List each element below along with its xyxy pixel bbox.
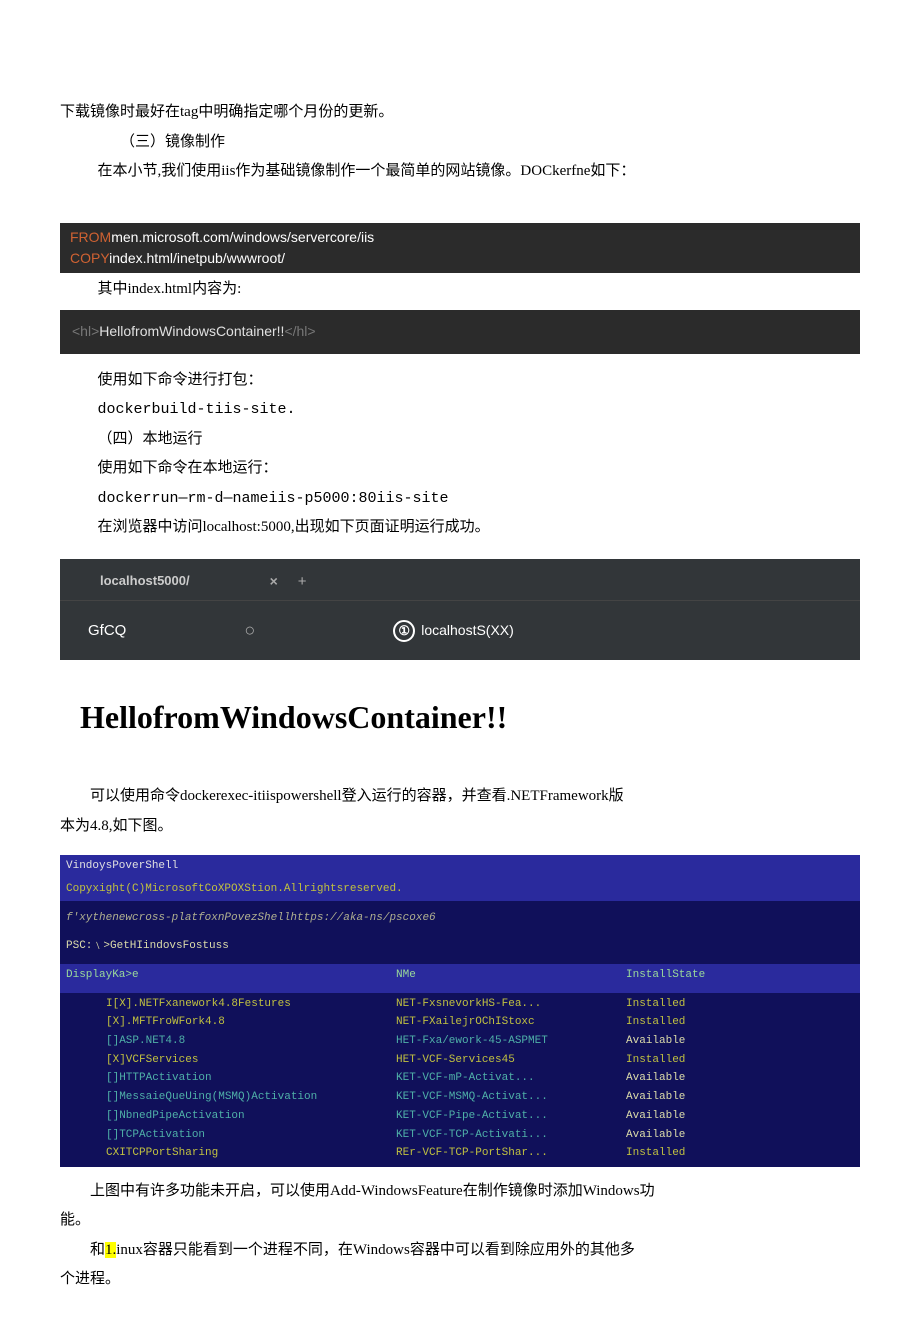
browser-screenshot: localhost5000/ × + GfCQ ○ ① localhostS(X… [60,559,860,660]
paragraph: 能。 [60,1208,860,1234]
cell-displayname: I[X].NETFxanework4.8Festures [106,995,396,1014]
tag-open: <hl> [72,323,99,339]
address-text: localhostS(XX) [421,619,514,643]
dot-icon: ○ [244,615,255,646]
paragraph: 下载镜像时最好在tag中明确指定哪个月份的更新。 [60,100,860,126]
paragraph: 其中index.html内容为: [60,277,860,303]
ps-table-row: [X]VCFServicesHET-VCF-Services45Installe… [100,1051,860,1070]
code-line: FROMmen.microsoft.com/windows/servercore… [70,227,850,248]
cell-state: Installed [626,1144,766,1163]
dockerfile-block: FROMmen.microsoft.com/windows/servercore… [60,223,860,273]
new-tab-icon[interactable]: + [298,569,307,595]
html-snippet-block: <hl>HellofromWindowsContainer!!</hl> [60,310,860,354]
col-installstate: InstallState [626,966,766,985]
cell-displayname: []TCPActivation [106,1126,396,1145]
paragraph: 使用如下命令在本地运行： [60,456,860,482]
cell-state: Installed [626,995,766,1014]
cell-displayname: []ASP.NET4.8 [106,1032,396,1051]
cell-name: HET-Fxa/ework-45-ASPMET [396,1032,626,1051]
paragraph: 在浏览器中访问localhost:5000,出现如下页面证明运行成功。 [60,515,860,541]
ps-table-row: I[X].NETFxanework4.8FesturesNET-Fxsnevor… [100,995,860,1014]
tag-close: </hl> [284,323,315,339]
cell-state: Available [626,1107,766,1126]
rendered-page: HellofromWindowsContainer!! [60,660,860,774]
browser-tab[interactable]: localhost5000/ × [100,570,278,594]
command-text: dockerbuild-tiis-site. [60,397,860,423]
cell-displayname: CXITCPPortSharing [106,1144,396,1163]
browser-tabbar: localhost5000/ × + [60,559,860,601]
ps-table-header: DisplayKa>e NMe InstallState [60,964,860,987]
paragraph: 本为4.8,如下图。 [60,814,860,840]
ps-command: PSC:﹨>GetHIindovsFostuss [60,935,860,958]
ps-table-row: CXITCPPortSharingREr-VCF-TCP-PortShar...… [100,1144,860,1163]
paragraph: 可以使用命令dockerexec-itiispowershell登入运行的容器，… [60,784,860,810]
ps-table-row: [X].MFTFroWFork4.8NET-FXailejrOChIStoxcI… [100,1013,860,1032]
cell-name: KET-VCF-Pipe-Activat... [396,1107,626,1126]
cell-name: NET-FXailejrOChIStoxc [396,1013,626,1032]
ps-table-row: []MessaieQueUing(MSMQ)ActivationKET-VCF-… [100,1088,860,1107]
subheading-3: （三）镜像制作 [60,130,860,156]
cell-displayname: []HTTPActivation [106,1069,396,1088]
cell-name: HET-VCF-Services45 [396,1051,626,1070]
highlighted-text: 1. [105,1242,116,1258]
paragraph: 和1.inux容器只能看到一个进程不同，在Windows容器中可以看到除应用外的… [60,1238,860,1264]
paragraph: 个进程。 [60,1267,860,1293]
ps-title: VindoysPoverShell [60,855,860,878]
cell-displayname: []NbnedPipeActivation [106,1107,396,1126]
cell-name: KET-VCF-TCP-Activati... [396,1126,626,1145]
cell-displayname: [X].MFTFroWFork4.8 [106,1013,396,1032]
code-line: COPYindex.html/inetpub/wwwroot/ [70,248,850,269]
code-text: men.microsoft.com/windows/servercore/iis [111,229,374,245]
tab-title: localhost5000/ [100,570,190,592]
cell-state: Available [626,1126,766,1145]
subheading-4: （四）本地运行 [60,427,860,453]
info-icon: ① [393,620,415,642]
ps-copyright: Copyxight(C)MicrosoftCoXPOXStion.Allrigh… [60,878,860,901]
cell-state: Installed [626,1013,766,1032]
close-icon[interactable]: × [270,570,278,594]
cell-state: Available [626,1069,766,1088]
text: inux容器只能看到一个进程不同，在Windows容器中可以看到除应用外的其他多 [116,1242,635,1258]
ps-hint: f'xythenewcross-platfoxnPovezShellhttps:… [60,907,860,930]
text: 和 [90,1242,105,1258]
keyword-from: FROM [70,229,111,245]
keyword-copy: COPY [70,250,109,266]
cell-displayname: [X]VCFServices [106,1051,396,1070]
cell-displayname: []MessaieQueUing(MSMQ)Activation [106,1088,396,1107]
cell-name: KET-VCF-MSMQ-Activat... [396,1088,626,1107]
page-heading: HellofromWindowsContainer!! [80,690,840,744]
cell-name: KET-VCF-mP-Activat... [396,1069,626,1088]
cell-state: Installed [626,1051,766,1070]
col-name: NMe [396,966,626,985]
address-bar[interactable]: ① localhostS(XX) [393,619,514,643]
paragraph: 使用如下命令进行打包： [60,368,860,394]
command-text: dockerrun—rm-d—nameiis-p5000:80iis-site [60,486,860,512]
nav-buttons[interactable]: GfCQ [88,618,126,644]
paragraph: 上图中有许多功能未开启，可以使用Add-WindowsFeature在制作镜像时… [60,1179,860,1205]
cell-state: Available [626,1032,766,1051]
cell-name: REr-VCF-TCP-PortShar... [396,1144,626,1163]
ps-table-row: []HTTPActivationKET-VCF-mP-Activat...Ava… [100,1069,860,1088]
cell-state: Available [626,1088,766,1107]
cell-name: NET-FxsnevorkHS-Fea... [396,995,626,1014]
code-text: HellofromWindowsContainer!! [99,323,284,339]
ps-table-row: []TCPActivationKET-VCF-TCP-Activati...Av… [100,1126,860,1145]
code-text: index.html/inetpub/wwwroot/ [109,250,285,266]
powershell-screenshot: VindoysPoverShell Copyxight(C)MicrosoftC… [60,855,860,1167]
ps-table-row: []NbnedPipeActivationKET-VCF-Pipe-Activa… [100,1107,860,1126]
col-displayname: DisplayKa>e [66,966,396,985]
browser-toolbar: GfCQ ○ ① localhostS(XX) [60,600,860,660]
paragraph: 在本小节,我们使用iis作为基础镜像制作一个最简单的网站镜像。DOCkerfne… [60,159,860,185]
ps-table-body: I[X].NETFxanework4.8FesturesNET-Fxsnevor… [60,993,860,1167]
ps-table-row: []ASP.NET4.8HET-Fxa/ework-45-ASPMETAvail… [100,1032,860,1051]
